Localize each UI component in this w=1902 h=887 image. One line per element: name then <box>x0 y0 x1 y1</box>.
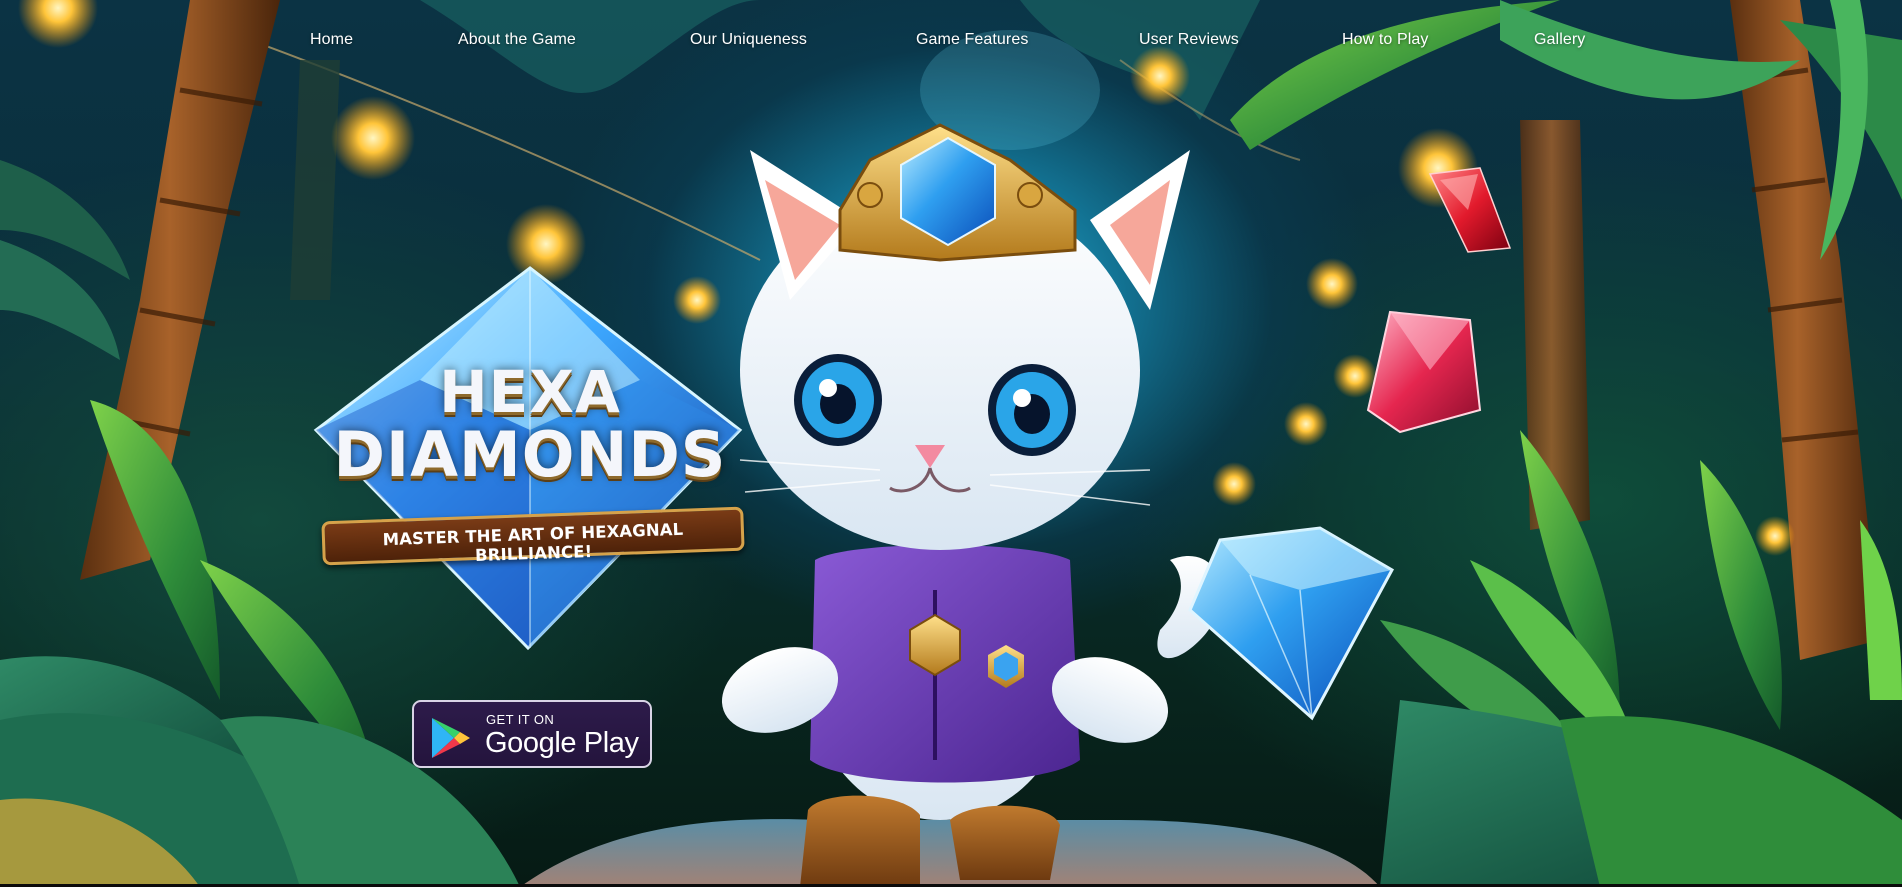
nav-link-gallery[interactable]: Gallery <box>1534 31 1585 49</box>
nav-link-how-to-play[interactable]: How to Play <box>1342 31 1428 49</box>
logo-ribbon: MASTER THE ART OF HEXAGNAL BRILLIANCE! <box>321 506 745 566</box>
nav-link-game-features[interactable]: Game Features <box>916 31 1028 49</box>
main-navigation: Home About the Game Our Uniqueness Game … <box>0 0 1902 84</box>
logo-title-line2: DIAMONDS <box>333 418 727 491</box>
hero-logo: HEXA DIAMONDS MASTER THE ART OF HEXAGNAL… <box>300 262 760 652</box>
hero-section: HEXA DIAMONDS MASTER THE ART OF HEXAGNAL… <box>0 0 1902 887</box>
red-gem-icon <box>1428 167 1512 253</box>
kitten-mascot <box>721 123 1222 887</box>
logo-tagline: MASTER THE ART OF HEXAGNAL BRILLIANCE! <box>382 519 684 566</box>
nav-link-user-reviews[interactable]: User Reviews <box>1139 31 1239 49</box>
nav-link-home[interactable]: Home <box>310 31 353 49</box>
google-play-icon <box>432 718 470 758</box>
google-play-badge-button[interactable]: GET IT ON Google Play <box>412 700 652 768</box>
blue-diamond-icon <box>1188 526 1395 721</box>
hero-background <box>0 0 1902 887</box>
logo-title-line1: HEXA <box>439 358 621 426</box>
pink-gem-icon <box>1366 310 1482 434</box>
nav-link-about-the-game[interactable]: About the Game <box>458 31 576 49</box>
nav-link-our-uniqueness[interactable]: Our Uniqueness <box>690 31 807 49</box>
badge-store-name: Google Play <box>485 727 639 759</box>
badge-small-text: GET IT ON <box>486 712 555 727</box>
